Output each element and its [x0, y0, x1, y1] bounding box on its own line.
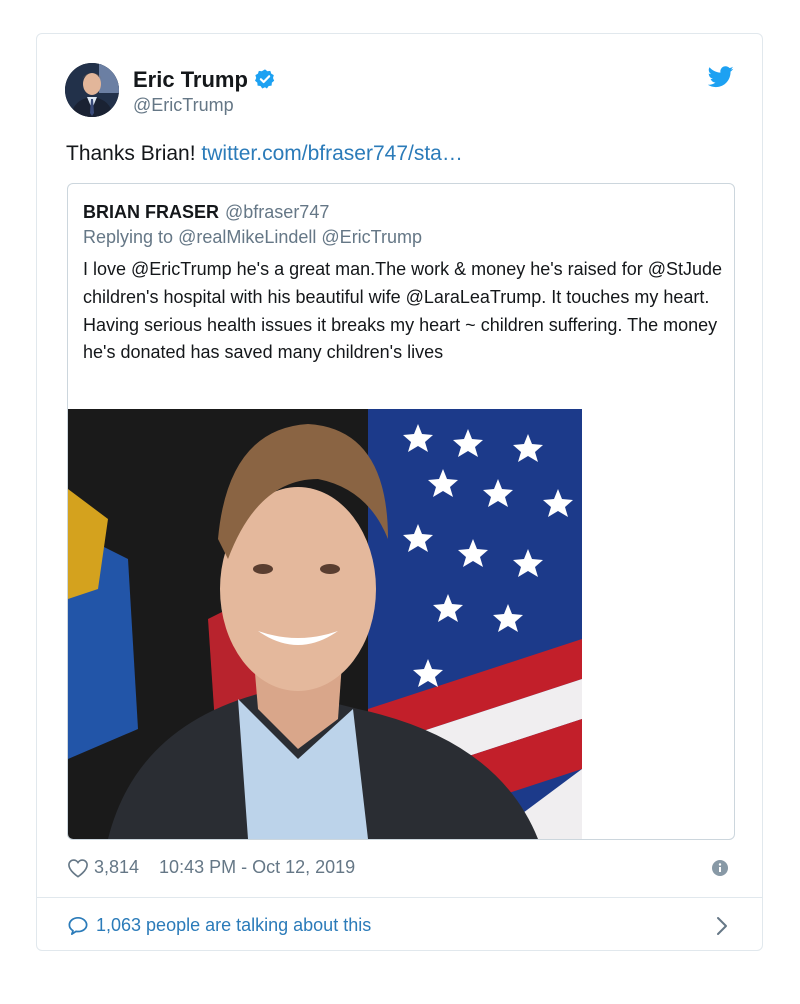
quoted-author-handle: @bfraser747: [225, 202, 330, 222]
quoted-tweet[interactable]: BRIAN FRASER @bfraser747 Replying to @rea…: [67, 183, 735, 840]
embedded-tweet-card: Eric Trump @EricTrump Thanks Brian! twit…: [36, 33, 763, 951]
tweet-timestamp[interactable]: 10:43 PM - Oct 12, 2019: [159, 857, 355, 878]
quoted-tweet-photo[interactable]: [68, 409, 582, 839]
quoted-author: BRIAN FRASER @bfraser747: [83, 202, 329, 223]
tweet-link[interactable]: twitter.com/bfraser747/sta…: [201, 142, 462, 165]
info-icon[interactable]: [712, 860, 728, 881]
conversation-count: 1,063 people are talking about this: [96, 915, 372, 935]
comment-bubble-icon: [68, 916, 88, 935]
conversation-link[interactable]: 1,063 people are talking about this: [67, 915, 371, 936]
like-count: 3,814: [94, 857, 140, 877]
divider: [37, 897, 762, 898]
chevron-right-icon[interactable]: [716, 916, 728, 941]
quoted-replying-to: Replying to @realMikeLindell @EricTrump: [83, 227, 422, 248]
replying-to-handles: @realMikeLindell @EricTrump: [178, 227, 423, 247]
verified-badge-icon: [254, 68, 276, 96]
replying-to-label: Replying to: [83, 227, 174, 247]
author-handle[interactable]: @EricTrump: [133, 95, 234, 116]
quoted-tweet-text: I love @EricTrump he's a great man.The w…: [83, 259, 723, 363]
twitter-bird-icon[interactable]: [707, 66, 734, 93]
like-action[interactable]: 3,814: [67, 857, 139, 878]
avatar[interactable]: [65, 63, 119, 117]
author-name-text: Eric Trump: [133, 67, 248, 92]
tweet-meta: 3,814 10:43 PM - Oct 12, 2019: [67, 857, 355, 878]
tweet-text-prefix: Thanks Brian!: [66, 142, 202, 165]
author-name[interactable]: Eric Trump: [133, 67, 276, 96]
quoted-author-name: BRIAN FRASER: [83, 202, 220, 222]
avatar-photo: [65, 63, 119, 117]
tweet-text: Thanks Brian! twitter.com/bfraser747/sta…: [66, 142, 463, 166]
heart-icon: [68, 858, 88, 878]
